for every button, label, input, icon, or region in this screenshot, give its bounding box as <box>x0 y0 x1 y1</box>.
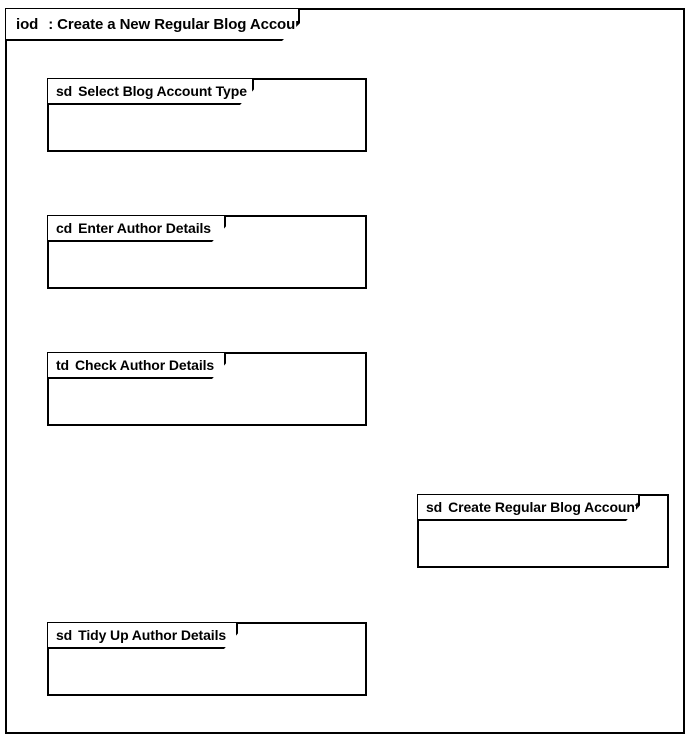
frame-check-author-details: td Check Author Details <box>47 352 367 426</box>
frame-tab: sd Tidy Up Author Details <box>48 623 238 649</box>
diagram-canvas: iod : Create a New Regular Blog Account … <box>0 0 690 742</box>
frame-tab: cd Enter Author Details <box>48 216 226 242</box>
frame-create-regular-blog-account: sd Create Regular Blog Account <box>417 494 669 568</box>
frame-select-blog-account-type: sd Select Blog Account Type <box>47 78 367 152</box>
frame-title: Check Author Details <box>75 357 214 373</box>
frame-title: Create Regular Blog Account <box>448 499 639 515</box>
iod-sep: : <box>48 16 53 33</box>
frame-title: Select Blog Account Type <box>78 83 247 99</box>
frame-prefix: sd <box>56 627 72 643</box>
frame-prefix: sd <box>56 83 72 99</box>
frame-tab: sd Create Regular Blog Account <box>418 495 640 521</box>
frame-prefix: sd <box>426 499 442 515</box>
iod-title: Create a New Regular Blog Account <box>57 16 309 33</box>
iod-frame-tab: iod : Create a New Regular Blog Account <box>6 9 300 41</box>
frame-title: Enter Author Details <box>78 220 211 236</box>
frame-tidy-up-author-details: sd Tidy Up Author Details <box>47 622 367 696</box>
frame-enter-author-details: cd Enter Author Details <box>47 215 367 289</box>
frame-prefix: cd <box>56 220 72 236</box>
frame-prefix: td <box>56 357 69 373</box>
frame-tab: sd Select Blog Account Type <box>48 79 254 105</box>
iod-prefix: iod <box>16 16 38 33</box>
frame-title: Tidy Up Author Details <box>78 627 226 643</box>
frame-tab: td Check Author Details <box>48 353 226 379</box>
